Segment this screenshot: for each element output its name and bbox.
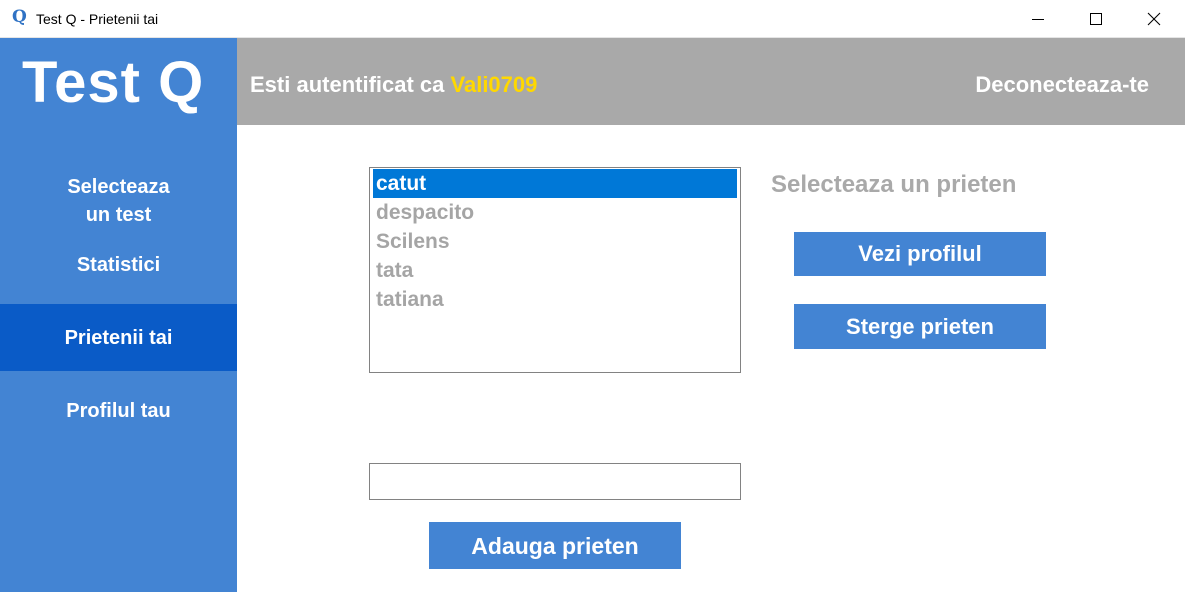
sidebar-item-select-test[interactable]: Selecteaza un test [0,173,237,229]
minimize-button[interactable] [1009,0,1067,38]
sidebar: Test Q Selecteaza un test Statistici Pri… [0,38,237,592]
list-item[interactable]: catut [373,169,737,198]
sidebar-item-label: Selecteaza [67,176,170,198]
minimize-icon [1032,19,1044,20]
sidebar-item-profile[interactable]: Profilul tau [0,397,237,425]
sidebar-item-label: Profilul tau [66,400,171,422]
logout-link[interactable]: Deconecteaza-te [975,72,1149,98]
select-friend-label: Selecteaza un prieten [771,171,1017,198]
add-friend-input[interactable] [369,463,741,500]
list-item[interactable]: despacito [373,198,737,227]
window-titlebar: Q Test Q - Prietenii tai [0,0,1185,38]
header-bar: Esti autentificat ca Vali0709 Deconectea… [237,38,1185,125]
maximize-icon [1090,13,1102,25]
sidebar-item-label: un test [85,204,152,226]
auth-prefix: Esti autentificat ca [250,72,445,97]
add-friend-button[interactable]: Adauga prieten [429,522,681,569]
auth-status: Esti autentificat ca Vali0709 [250,72,537,98]
sidebar-item-friends[interactable]: Prietenii tai [0,304,237,371]
sidebar-item-statistics[interactable]: Statistici [0,251,237,279]
app-logo-icon: Q [12,7,27,27]
list-item[interactable]: tata [373,256,737,285]
close-button[interactable] [1125,0,1183,38]
list-item[interactable]: tatiana [373,285,737,314]
app-logo: Test Q [22,50,205,115]
view-profile-button[interactable]: Vezi profilul [794,232,1046,276]
close-icon [1147,12,1161,26]
maximize-button[interactable] [1067,0,1125,38]
username: Vali0709 [450,72,538,97]
sidebar-item-label: Statistici [76,254,161,276]
friends-listbox[interactable]: catut despacito Scilens tata tatiana [369,167,741,373]
window-title: Test Q - Prietenii tai [36,11,159,27]
delete-friend-button[interactable]: Sterge prieten [794,304,1046,349]
list-item[interactable]: Scilens [373,227,737,256]
sidebar-item-label: Prietenii tai [64,326,173,349]
